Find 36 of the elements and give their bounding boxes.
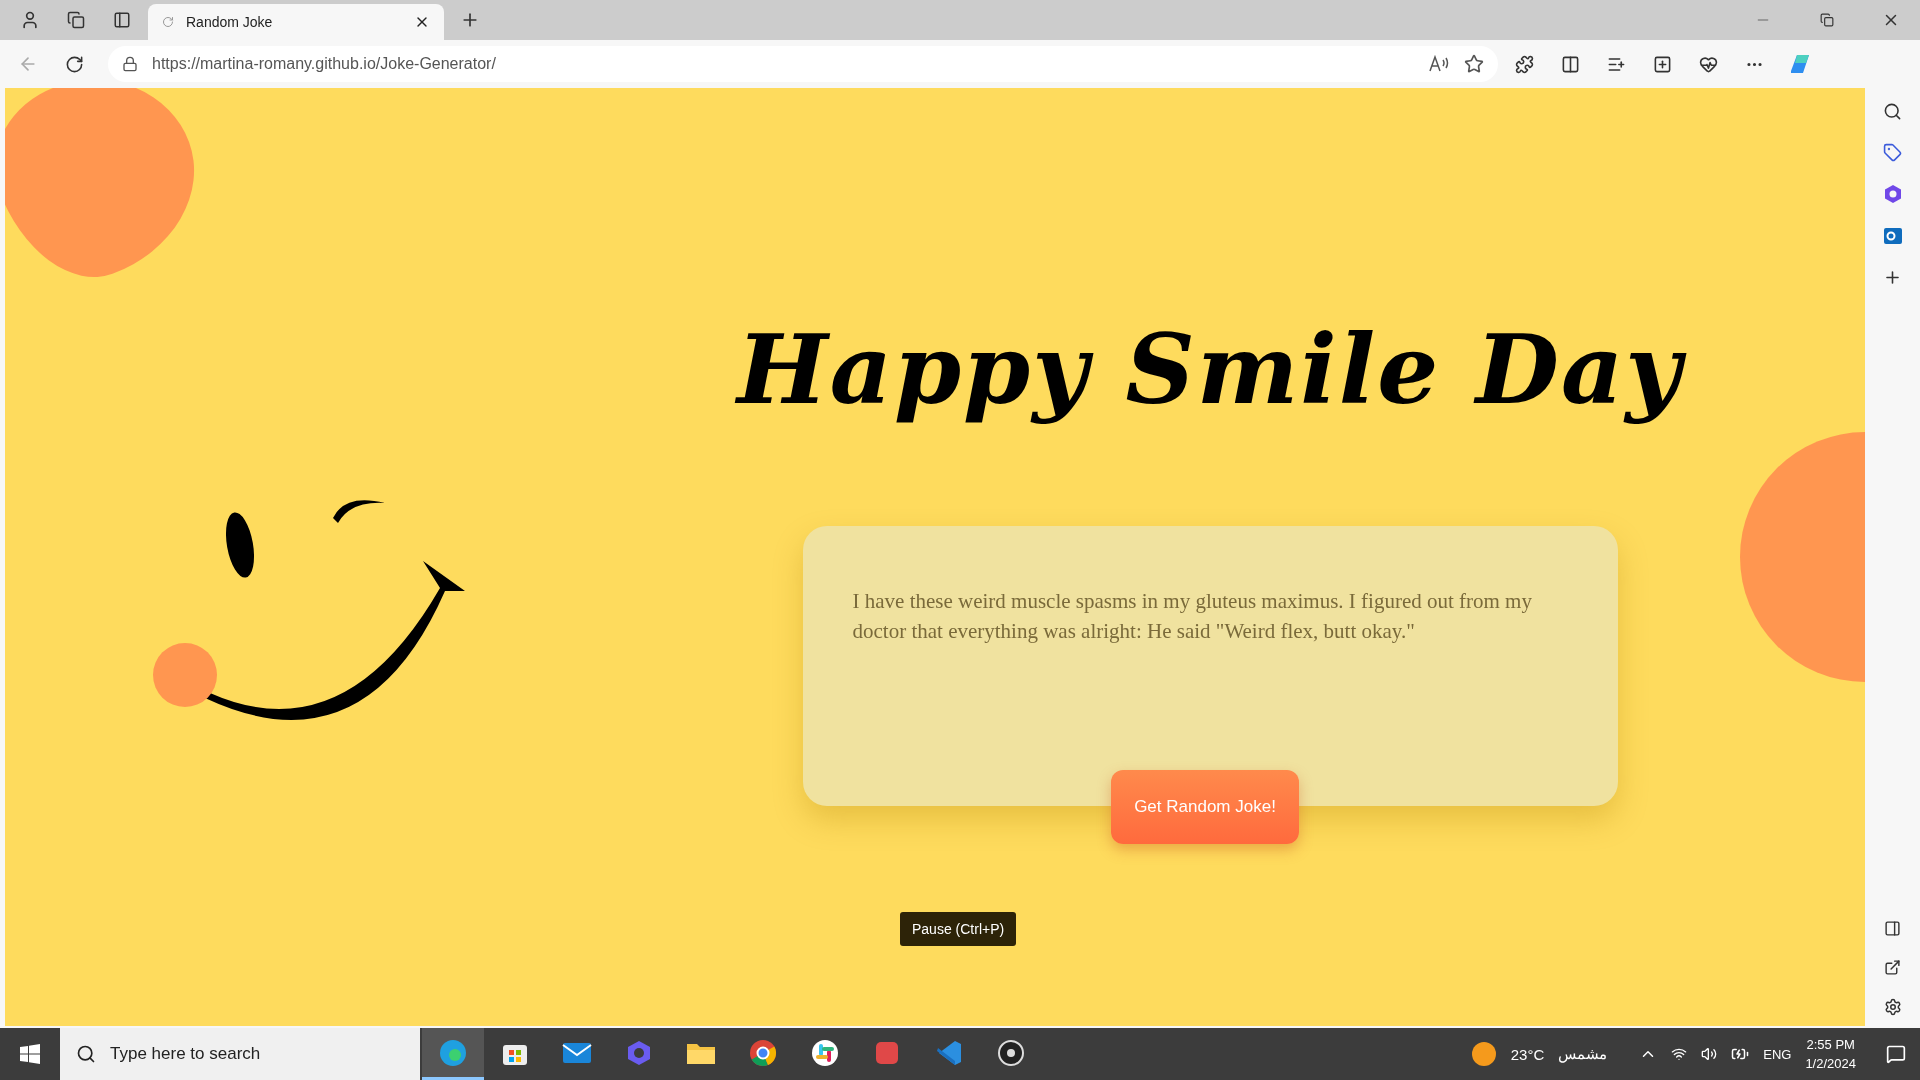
mail-icon bbox=[562, 1040, 592, 1065]
tag-icon[interactable] bbox=[1883, 143, 1902, 162]
pause-tooltip: Pause (Ctrl+P) bbox=[900, 912, 1017, 946]
volume-icon[interactable] bbox=[1701, 1046, 1718, 1062]
address-bar[interactable]: https://martina-romany.github.io/Joke-Generator/ bbox=[108, 46, 1498, 82]
record-icon bbox=[997, 1038, 1025, 1067]
clock-date: 1/2/2024 bbox=[1805, 1055, 1856, 1073]
search-icon[interactable] bbox=[1883, 102, 1902, 121]
add-icon[interactable] bbox=[1883, 268, 1902, 287]
hexagon-icon[interactable] bbox=[1882, 184, 1903, 204]
notifications-icon[interactable] bbox=[1886, 1044, 1906, 1064]
loading-icon bbox=[162, 16, 174, 28]
app-icon bbox=[874, 1039, 900, 1066]
wifi-icon[interactable] bbox=[1671, 1046, 1688, 1062]
chrome-icon bbox=[748, 1037, 778, 1068]
settings-icon[interactable] bbox=[1883, 998, 1902, 1016]
language-text[interactable]: ENG bbox=[1763, 1046, 1792, 1062]
favorite-star-icon[interactable] bbox=[1464, 54, 1484, 74]
clock-time: 2:55 PM bbox=[1806, 1036, 1855, 1054]
weather-text: مشمس bbox=[1558, 1045, 1608, 1063]
search-icon bbox=[76, 1044, 96, 1064]
read-aloud-icon[interactable] bbox=[1428, 55, 1450, 73]
lock-icon bbox=[122, 56, 138, 72]
taskbar-search-field[interactable]: Type here to search bbox=[60, 1028, 420, 1080]
joke-text: I have these weird muscle spasms in my gluteus maximus. I figured out from my doctor that everything was alright: He said "Weird flex, butt okay." bbox=[852, 588, 1533, 645]
sidebar-icon[interactable] bbox=[1884, 920, 1901, 937]
temperature-text: 23°C bbox=[1510, 1045, 1545, 1063]
tab-title: Random Joke bbox=[186, 14, 274, 30]
windows-icon bbox=[20, 1044, 40, 1064]
hexagon-icon bbox=[625, 1038, 653, 1067]
url-text: https://martina-romany.github.io/Joke-Generator/ bbox=[152, 55, 497, 73]
browser-tab[interactable]: Random Joke bbox=[148, 4, 444, 40]
search-placeholder: Type here to search bbox=[110, 1044, 261, 1064]
external-link-icon[interactable] bbox=[1884, 959, 1901, 976]
code-editor-icon bbox=[935, 1038, 963, 1067]
sun-icon bbox=[1470, 1041, 1497, 1067]
